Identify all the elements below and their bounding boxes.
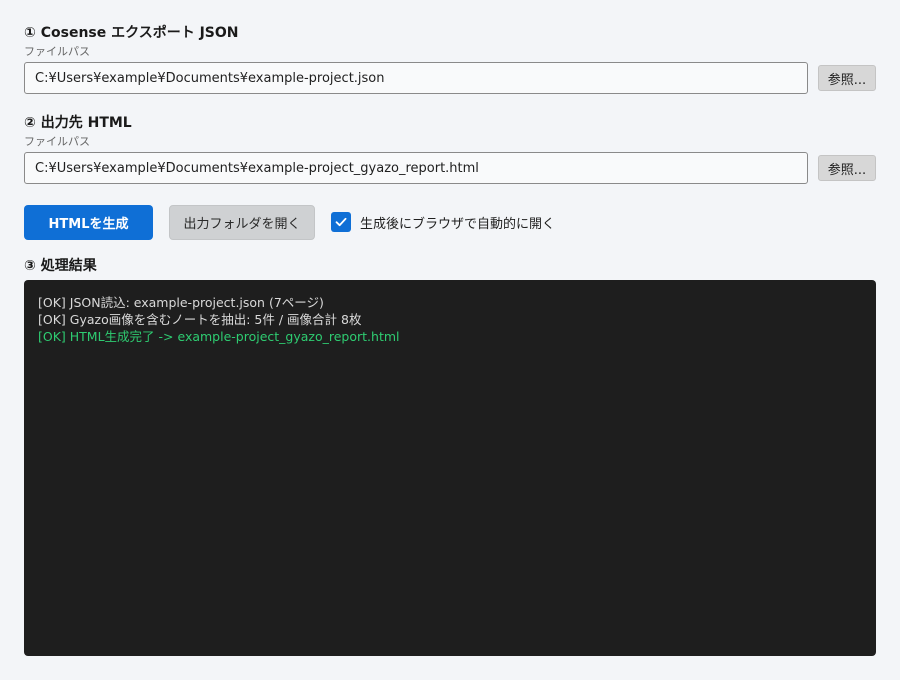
source-path-input[interactable] [24,62,808,94]
generate-html-button[interactable]: HTMLを生成 [24,205,153,240]
output-path-label: ファイルパス [24,135,90,148]
log-line: [OK] Gyazo画像を含むノートを抽出: 5件 / 画像合計 8枚 [38,312,362,327]
log-line: [OK] JSON読込: example-project.json (7ページ) [38,295,324,310]
result-log-panel[interactable]: [OK] JSON読込: example-project.json (7ページ)… [24,280,876,656]
source-browse-button[interactable]: 参照... [818,65,876,91]
app-window: ① Cosense エクスポート JSON ファイルパス 参照... ② 出力先… [0,0,900,680]
open-output-folder-button[interactable]: 出力フォルダを開く [169,205,315,240]
result-section-title: ③ 処理結果 [24,258,97,274]
source-path-label: ファイルパス [24,45,90,58]
output-browse-button[interactable]: 参照... [818,155,876,181]
checkbox-checked-icon[interactable] [331,212,351,232]
auto-open-label: 生成後にブラウザで自動的に開く [360,216,556,232]
source-section-title: ① Cosense エクスポート JSON [24,25,239,41]
log-line-success: [OK] HTML生成完了 -> example-project_gyazo_r… [38,329,400,344]
auto-open-checkbox[interactable]: 生成後にブラウザで自動的に開く [331,212,555,232]
output-section-title: ② 出力先 HTML [24,115,132,131]
output-path-input[interactable] [24,152,808,184]
